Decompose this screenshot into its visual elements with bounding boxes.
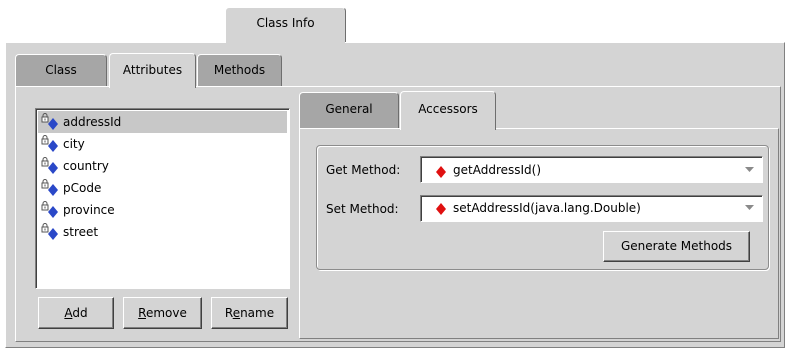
tab-class[interactable]: Class xyxy=(15,54,107,86)
add-button[interactable]: Add xyxy=(38,297,114,329)
tab-attributes[interactable]: Attributes xyxy=(109,53,196,88)
method-diamond-icon xyxy=(436,203,446,215)
attribute-diamond-icon xyxy=(48,140,58,152)
set-method-label: Set Method: xyxy=(326,202,399,216)
attribute-name: street xyxy=(63,225,99,239)
get-method-value: getAddressId() xyxy=(453,163,542,177)
generate-methods-button[interactable]: Generate Methods xyxy=(603,231,750,262)
tab-accessors[interactable]: Accessors xyxy=(400,91,496,130)
attribute-list-item[interactable]: addressId xyxy=(38,111,287,133)
attribute-list[interactable]: addressId city country pCode province street xyxy=(35,108,290,289)
attribute-name: pCode xyxy=(63,181,102,195)
attribute-diamond-icon xyxy=(48,206,58,218)
remove-mnemonic: R xyxy=(138,306,146,320)
tab-general-label: General xyxy=(325,102,373,116)
attribute-diamond-icon xyxy=(48,118,58,130)
rename-rest: name xyxy=(240,306,275,320)
attribute-name: addressId xyxy=(63,115,122,129)
attribute-list-item[interactable]: street xyxy=(38,221,287,243)
get-method-combo[interactable]: getAddressId() xyxy=(420,156,763,183)
attribute-list-item[interactable]: province xyxy=(38,199,287,221)
set-method-combo[interactable]: setAddressId(java.lang.Double) xyxy=(420,195,763,222)
remove-button[interactable]: Remove xyxy=(123,297,202,329)
rename-pre: R xyxy=(224,306,233,320)
tab-methods[interactable]: Methods xyxy=(197,54,282,86)
tab-class-info-label: Class Info xyxy=(256,16,315,30)
set-method-value: setAddressId(java.lang.Double) xyxy=(453,201,641,215)
tab-class-label: Class xyxy=(45,63,77,77)
attribute-diamond-icon xyxy=(48,228,58,240)
remove-rest: emove xyxy=(145,306,187,320)
rename-button[interactable]: Rename xyxy=(211,297,288,329)
attribute-name: province xyxy=(63,203,115,217)
attribute-diamond-icon xyxy=(48,162,58,174)
chevron-down-icon xyxy=(745,167,754,172)
attribute-list-item[interactable]: country xyxy=(38,155,287,177)
class-info-window: { "window": { "top_tab": "Class Info" },… xyxy=(0,0,788,351)
attribute-name: city xyxy=(63,137,85,151)
add-rest: dd xyxy=(72,306,88,320)
method-diamond-icon xyxy=(436,166,446,178)
tab-attributes-label: Attributes xyxy=(122,63,183,77)
attribute-list-item[interactable]: city xyxy=(38,133,287,155)
attribute-diamond-icon xyxy=(48,184,58,196)
rename-mnemonic: e xyxy=(232,306,241,320)
attribute-list-item[interactable]: pCode xyxy=(38,177,287,199)
chevron-down-icon xyxy=(745,205,754,210)
generate-methods-label: Generate Methods xyxy=(620,239,733,253)
get-method-label: Get Method: xyxy=(326,163,401,177)
tab-class-info[interactable]: Class Info xyxy=(225,7,346,43)
tab-methods-label: Methods xyxy=(213,63,266,77)
attribute-name: country xyxy=(63,159,109,173)
tab-accessors-label: Accessors xyxy=(418,102,478,116)
tab-general[interactable]: General xyxy=(299,92,399,128)
